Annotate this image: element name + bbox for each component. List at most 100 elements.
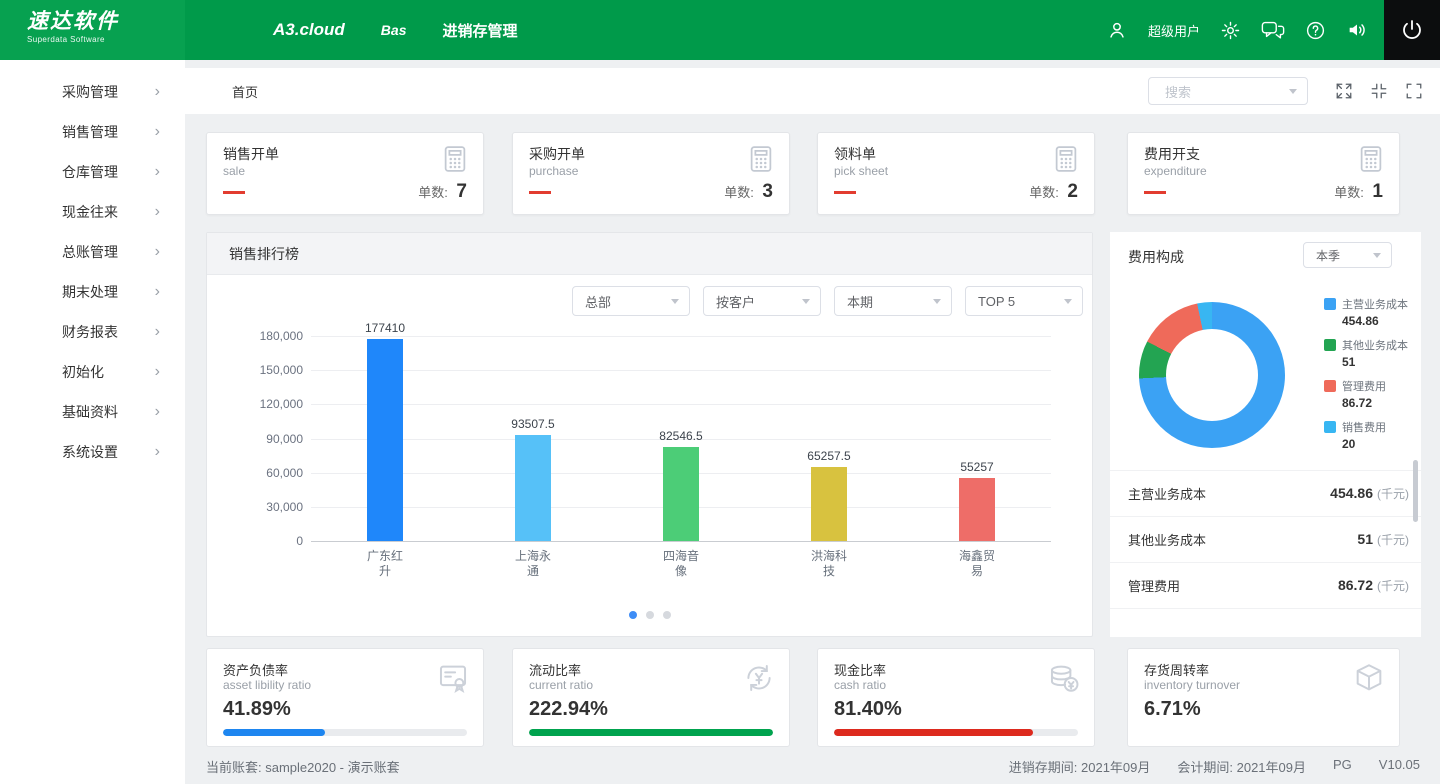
nav-item-a3cloud[interactable]: A3.cloud — [273, 20, 345, 40]
sound-icon[interactable] — [1346, 19, 1368, 41]
restore-icon[interactable] — [1370, 82, 1388, 100]
status-item: V10.05 — [1379, 757, 1420, 776]
stat-card[interactable]: 费用开支 expenditure 单数: 1 — [1127, 132, 1400, 215]
bar[interactable] — [663, 447, 699, 541]
current-user-label[interactable]: 超级用户 — [1148, 21, 1200, 40]
bar[interactable] — [959, 478, 995, 541]
stat-card-subtitle: sale — [223, 164, 245, 178]
chevron-down-icon — [671, 299, 679, 304]
y-axis-tick: 120,000 — [229, 397, 303, 411]
stat-card[interactable]: 采购开单 purchase 单数: 3 — [512, 132, 790, 215]
sidebar-item[interactable]: 采购管理› — [0, 72, 185, 112]
nav-item-inventory-module[interactable]: 进销存管理 — [442, 20, 517, 41]
messages-icon[interactable] — [1261, 19, 1285, 41]
power-button[interactable] — [1384, 0, 1440, 60]
legend-item[interactable]: 管理费用 86.72 — [1324, 378, 1408, 410]
calculator-icon — [746, 144, 776, 174]
sidebar-item[interactable]: 初始化› — [0, 352, 185, 392]
expense-row[interactable]: 主营业务成本454.86(千元) — [1110, 471, 1421, 517]
ratio-card[interactable]: 流动比率 current ratio 222.94% — [512, 648, 790, 747]
sidebar-item-label: 财务报表 — [62, 322, 118, 342]
filter-select[interactable]: 总部 — [572, 286, 690, 316]
y-axis-tick: 0 — [229, 534, 303, 548]
legend-item[interactable]: 主营业务成本 454.86 — [1324, 296, 1408, 328]
y-axis-tick: 60,000 — [229, 466, 303, 480]
legend-value: 86.72 — [1342, 396, 1408, 410]
stat-card-count-number: 1 — [1372, 181, 1383, 202]
status-item: 会计期间: 2021年09月 — [1177, 757, 1306, 776]
stat-card-title: 费用开支 — [1144, 144, 1200, 164]
gridline — [311, 336, 1051, 337]
fullscreen-icon[interactable] — [1405, 82, 1423, 100]
ratio-card[interactable]: 资产负债率 asset libility ratio 41.89% — [206, 648, 484, 747]
sidebar-item[interactable]: 期末处理› — [0, 272, 185, 312]
chevron-right-icon: › — [155, 204, 160, 220]
user-icon[interactable] — [1106, 19, 1128, 41]
x-axis-label: 上海永通 — [459, 549, 607, 579]
chevron-down-icon — [1064, 299, 1072, 304]
ratio-card[interactable]: 现金比率 cash ratio 81.40% — [817, 648, 1095, 747]
sidebar-item[interactable]: 销售管理› — [0, 112, 185, 152]
sidebar-menu: 采购管理›销售管理›仓库管理›现金往来›总账管理›期末处理›财务报表›初始化›基… — [0, 60, 185, 472]
expense-legend: 主营业务成本 454.86 其他业务成本 51 管理费用 86.72 销售费用 … — [1324, 296, 1408, 451]
help-icon[interactable] — [1305, 20, 1326, 41]
chevron-right-icon: › — [155, 444, 160, 460]
chevron-right-icon: › — [155, 244, 160, 260]
stat-card[interactable]: 领料单 pick sheet 单数: 2 — [817, 132, 1095, 215]
scrollbar-thumb[interactable] — [1413, 460, 1418, 522]
sidebar-item-label: 销售管理 — [62, 122, 118, 142]
period-select[interactable]: 本季 — [1303, 242, 1392, 268]
sidebar-item[interactable]: 总账管理 › — [0, 232, 185, 272]
bar[interactable] — [515, 435, 551, 541]
sidebar-item[interactable]: 系统设置› — [0, 432, 185, 472]
breadcrumb[interactable]: 首页 — [232, 68, 258, 114]
pagination-dot[interactable] — [629, 611, 637, 619]
filter-select[interactable]: 按客户 — [703, 286, 821, 316]
sidebar-item-label: 仓库管理 — [62, 162, 118, 182]
ratio-card[interactable]: 存货周转率 inventory turnover 6.71% — [1127, 648, 1400, 747]
filter-select[interactable]: 本期 — [834, 286, 952, 316]
settings-icon[interactable] — [1220, 20, 1241, 41]
ratio-progress-track — [223, 729, 467, 736]
y-axis-tick: 150,000 — [229, 363, 303, 377]
stat-card[interactable]: 销售开单 sale 单数: 7 — [206, 132, 484, 215]
search-input[interactable]: 搜索 — [1148, 77, 1308, 105]
ratio-progress-fill — [834, 729, 1033, 736]
sidebar-item[interactable]: 仓库管理› — [0, 152, 185, 192]
topbar-actions: 超级用户 — [1106, 0, 1368, 60]
expense-panel-title: 费用构成 — [1128, 247, 1184, 267]
ratio-card-title: 现金比率 — [834, 660, 886, 679]
bar[interactable] — [367, 339, 403, 541]
ratio-card-value: 6.71% — [1144, 698, 1201, 721]
bar[interactable] — [811, 467, 847, 541]
gridline — [311, 404, 1051, 405]
legend-item[interactable]: 销售费用 20 — [1324, 419, 1408, 451]
sidebar-item[interactable]: 基础资料› — [0, 392, 185, 432]
nav-item-bas[interactable]: Bas — [381, 22, 407, 38]
expense-donut-chart[interactable] — [1139, 302, 1285, 448]
expense-row[interactable]: 其他业务成本51(千元) — [1110, 517, 1421, 563]
x-axis-label: 海鑫贸易 — [903, 549, 1051, 579]
status-item: PG — [1333, 757, 1352, 776]
refresh-yuan-icon — [742, 661, 776, 695]
filter-select[interactable]: TOP 5 — [965, 286, 1083, 316]
pagination-dot[interactable] — [663, 611, 671, 619]
expense-row-value: 86.72(千元) — [1338, 577, 1409, 595]
expense-row[interactable]: 管理费用86.72(千元) — [1110, 563, 1421, 609]
x-axis-label: 洪海科技 — [755, 549, 903, 579]
accent-dash — [529, 191, 551, 194]
logo[interactable]: 速达软件 Superdata Software — [0, 0, 185, 60]
legend-item[interactable]: 其他业务成本 51 — [1324, 337, 1408, 369]
pagination-dot[interactable] — [646, 611, 654, 619]
x-axis-label: 四海音像 — [607, 549, 755, 579]
sidebar-item[interactable]: 财务报表› — [0, 312, 185, 352]
sidebar-item[interactable]: 现金往来› — [0, 192, 185, 232]
ratio-progress-track — [834, 729, 1078, 736]
bar-value-label: 65257.5 — [755, 449, 903, 463]
gridline — [311, 370, 1051, 371]
stat-card-count: 单数: 7 — [418, 181, 467, 203]
stat-card-count: 单数: 1 — [1334, 181, 1383, 203]
sidebar-item-label: 总账管理 — [62, 242, 118, 262]
maximize-icon[interactable] — [1335, 82, 1353, 100]
app-root: 速达软件 Superdata Software A3.cloud Bas 进销存… — [0, 0, 1440, 784]
